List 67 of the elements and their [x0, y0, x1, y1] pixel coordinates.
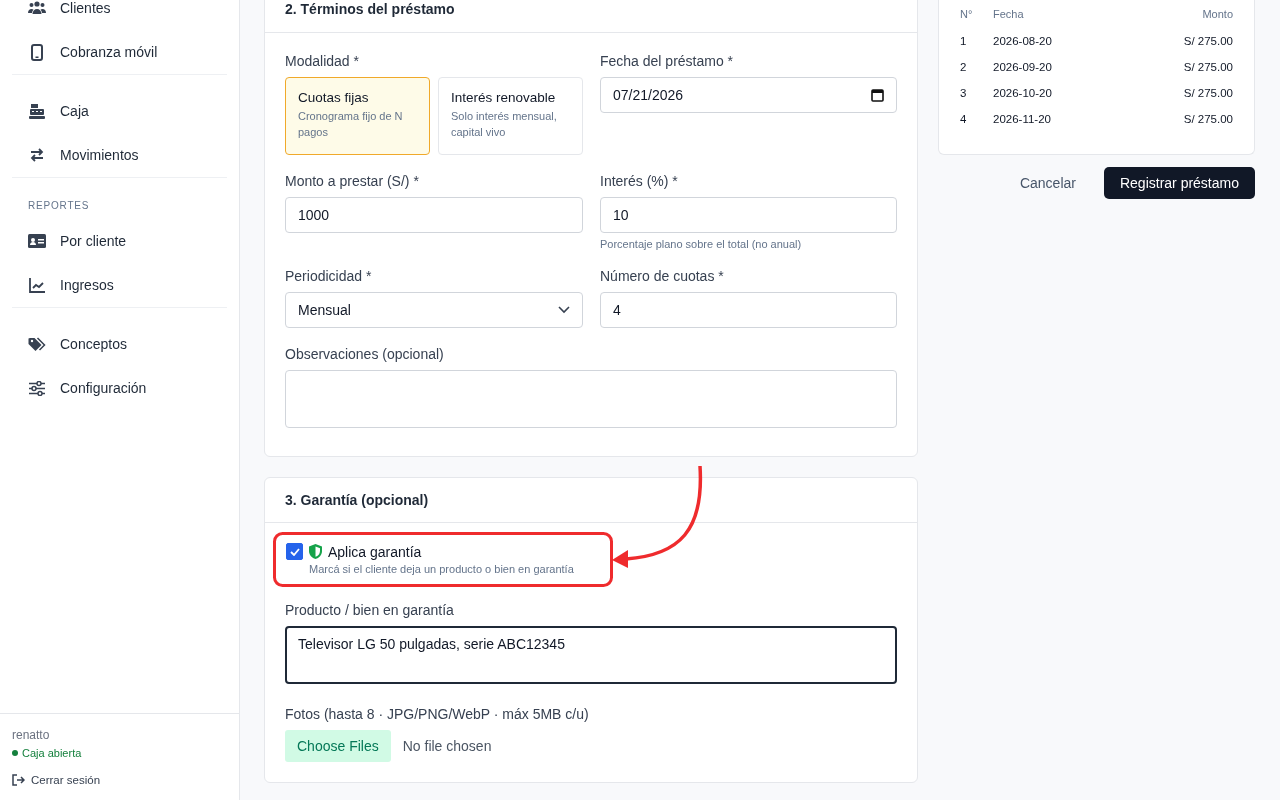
cancel-button[interactable]: Cancelar: [1013, 174, 1082, 192]
table-cell-text: 1: [959, 34, 968, 49]
id-card-icon: [28, 234, 46, 248]
field-label: Monto a prestar (S/) *: [285, 173, 420, 189]
phone-icon: [28, 43, 46, 61]
section-title: 2. Términos del préstamo: [285, 1, 455, 17]
calendar-icon[interactable]: [871, 88, 884, 102]
sidebar-item[interactable]: Ingresos: [12, 263, 227, 307]
section-title: 3. Garantía (opcional): [285, 492, 429, 508]
sidebar-item[interactable]: Configuración: [12, 366, 227, 410]
sidebar-item[interactable]: Movimientos: [12, 133, 227, 177]
sidebar-item[interactable]: Conceptos: [12, 322, 227, 366]
table-cell-text: 2: [959, 60, 968, 75]
checkbox-hint: Marcá si el cliente deja un producto o bien en garantía: [309, 563, 575, 575]
field-label: Fecha del préstamo *: [600, 53, 735, 69]
checkbox-label: Aplica garantía: [328, 543, 422, 560]
status-label: Caja abierta: [22, 747, 82, 759]
logout-link[interactable]: Cerrar sesión: [12, 774, 227, 786]
sidebar-item[interactable]: Clientes: [12, 0, 227, 30]
mode-option[interactable]: Cuotas fijas Cronograma fijo de N pagos: [285, 77, 430, 155]
file-status: No file chosen: [402, 738, 492, 754]
field-label: Modalidad *: [285, 53, 360, 69]
sliders-icon: [28, 380, 46, 396]
product-field[interactable]: Televisor LG 50 pulgadas, serie ABC12345: [285, 626, 897, 684]
table-cell-text: 4: [959, 112, 968, 127]
field-label: Periodicidad *: [285, 268, 373, 284]
mode-option[interactable]: Interés renovable Solo interés mensual, capital vivo: [438, 77, 583, 155]
amount-field[interactable]: 1000: [285, 197, 583, 233]
field-label: Número de cuotas *: [600, 268, 725, 284]
user-name: renatto: [12, 728, 51, 742]
chevron-down-icon: [558, 306, 570, 314]
cash-register-icon: [28, 103, 46, 119]
sidebar-item[interactable]: Cobranza móvil: [12, 30, 227, 74]
table-cell-text: S/ 275.00: [1182, 34, 1234, 49]
sidebar-item[interactable]: Caja: [12, 89, 227, 133]
users-icon: [28, 0, 46, 16]
date-field[interactable]: 07/21/2026: [600, 77, 897, 113]
table-cell-text: S/ 275.00: [1182, 112, 1234, 127]
frequency-select[interactable]: Mensual: [285, 292, 583, 328]
shield-icon: [309, 544, 322, 559]
logout-icon: [12, 774, 25, 786]
field-label: Fotos (hasta 8 · JPG/PNG/WebP · máx 5MB c/u): [285, 706, 590, 722]
table-cell-text: 2026-09-20: [992, 60, 1053, 75]
column-header: N°: [959, 7, 974, 22]
notes-field[interactable]: [285, 370, 897, 428]
table-cell-text: S/ 275.00: [1182, 86, 1234, 101]
field-label: Interés (%) *: [600, 173, 679, 189]
table-cell-text: 2026-10-20: [992, 86, 1053, 101]
field-label: Observaciones (opcional): [285, 346, 445, 362]
installments-field[interactable]: 4: [600, 292, 897, 328]
interest-field[interactable]: 10: [600, 197, 897, 233]
checkbox[interactable]: [286, 543, 303, 560]
table-cell-text: 2026-11-20: [992, 112, 1052, 127]
checkmark-icon: [289, 547, 300, 556]
section-heading: REPORTES: [27, 199, 91, 213]
table-cell-text: 2026-08-20: [992, 34, 1053, 49]
column-header: Monto: [1201, 7, 1234, 22]
column-header: Fecha: [992, 7, 1025, 22]
tags-icon: [28, 336, 46, 352]
table-cell-text: S/ 275.00: [1182, 60, 1234, 75]
line-chart-icon: [28, 277, 46, 293]
field-hint: Porcentaje plano sobre el total (no anual): [600, 238, 803, 250]
sidebar-item[interactable]: Por cliente: [12, 219, 227, 263]
choose-files-button[interactable]: Choose Files: [285, 730, 391, 762]
swap-arrows-icon: [28, 147, 46, 163]
table-cell-text: 3: [959, 86, 968, 101]
submit-button[interactable]: Registrar préstamo: [1103, 167, 1255, 199]
